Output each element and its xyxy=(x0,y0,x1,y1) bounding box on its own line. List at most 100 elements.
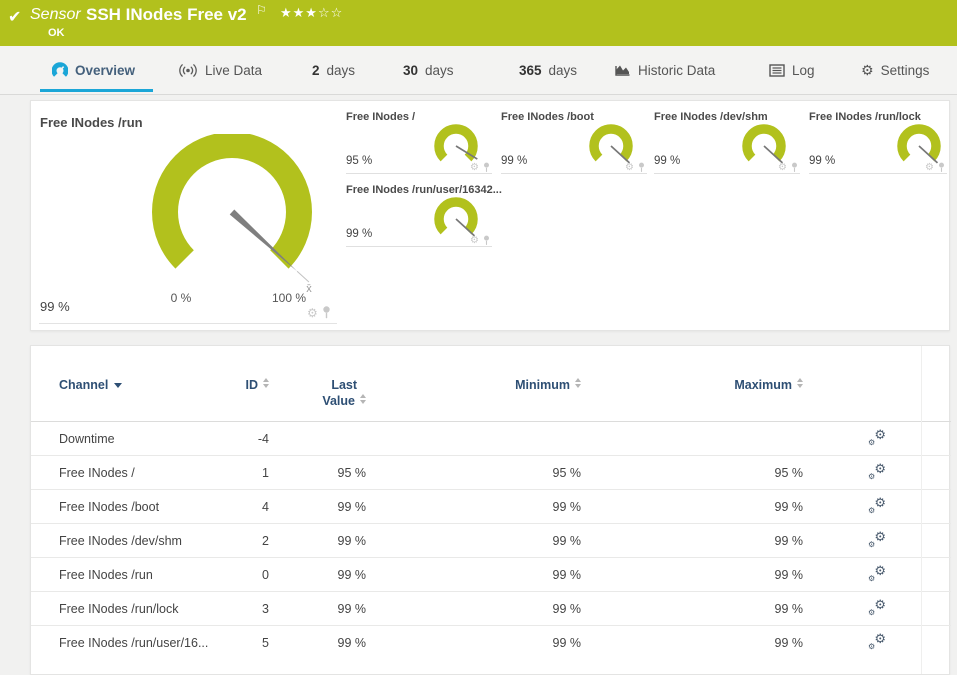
channels-table: Channel ID Last Value Minimum Maximum Do… xyxy=(31,372,951,660)
maximum-cell xyxy=(581,421,803,456)
column-header-maximum[interactable]: Maximum xyxy=(581,372,803,423)
pin-icon[interactable] xyxy=(322,306,331,319)
tab-label: Overview xyxy=(75,62,136,78)
maximum-cell: 99 % xyxy=(581,557,803,592)
active-tab-underline xyxy=(40,89,153,92)
column-header-id[interactable]: ID xyxy=(229,372,269,423)
gauge-title: Free INodes /run xyxy=(40,115,143,130)
gauge-panel-free-inodes-boot[interactable]: Free INodes /boot 99 % ⚙ xyxy=(501,111,647,174)
last-value-cell: 99 % xyxy=(269,489,366,524)
column-header-minimum[interactable]: Minimum xyxy=(366,372,581,423)
pin-icon[interactable] xyxy=(483,162,490,173)
gauge-value: 95 % xyxy=(346,155,373,167)
pin-icon[interactable] xyxy=(938,162,945,173)
id-cell: 2 xyxy=(229,523,269,558)
gauge-title: Free INodes /run/user/16342... xyxy=(346,184,502,196)
gauge-settings-gear-icon[interactable]: ⚙ xyxy=(470,162,479,173)
priority-stars[interactable]: ★★★☆☆ xyxy=(280,5,343,21)
table-row: Free INodes /boot 4 99 % 99 % 99 % ⚙ ⚙ xyxy=(31,489,951,524)
tab-historic-data[interactable]: Historic Data xyxy=(614,46,715,94)
gauge-panel-free-inodes-run-lock[interactable]: Free INodes /run/lock 99 % ⚙ xyxy=(809,111,947,174)
gauge-scale-min: 0 % xyxy=(170,291,192,305)
gear-icon: ⚙ xyxy=(861,61,874,78)
gauge-title: Free INodes /run/lock xyxy=(809,111,921,123)
channel-settings-gears-icon[interactable]: ⚙ ⚙ xyxy=(868,461,886,481)
minimum-cell: 99 % xyxy=(366,523,581,558)
tab-365-days[interactable]: 365 days xyxy=(519,46,577,94)
tab-label: days xyxy=(425,62,454,78)
gauge-settings-gear-icon[interactable]: ⚙ xyxy=(778,162,787,173)
area-chart-icon xyxy=(614,63,631,77)
gauges-card: Free INodes /run x̄ 0 % 100 % 99 % ⚙ Fre… xyxy=(30,100,950,331)
sort-icon xyxy=(575,378,581,388)
last-value-cell: 99 % xyxy=(269,523,366,558)
tab-label: Live Data xyxy=(205,62,263,78)
gauge-value: 99 % xyxy=(40,299,70,314)
minimum-cell: 99 % xyxy=(366,489,581,524)
sensor-title: SSH INodes Free v2 xyxy=(86,5,247,24)
tab-2-days[interactable]: 2 days xyxy=(312,46,355,94)
header-label: Channel xyxy=(59,378,109,392)
pin-icon[interactable] xyxy=(791,162,798,173)
tab-live-data[interactable]: Live Data xyxy=(178,46,262,94)
maximum-cell: 99 % xyxy=(581,489,803,524)
header-label: ID xyxy=(245,378,259,392)
id-cell: 4 xyxy=(229,489,269,524)
table-row: Free INodes /run/lock 3 99 % 99 % 99 % ⚙… xyxy=(31,591,951,626)
minimum-cell: 95 % xyxy=(366,455,581,490)
channel-cell: Free INodes /dev/shm xyxy=(31,523,229,558)
channel-settings-gears-icon[interactable]: ⚙ ⚙ xyxy=(868,529,886,549)
channel-cell: Free INodes /run/user/16... xyxy=(31,625,229,660)
gauge-title: Free INodes /boot xyxy=(501,111,594,123)
channel-settings-gears-icon[interactable]: ⚙ ⚙ xyxy=(868,563,886,583)
gauge-title: Free INodes / xyxy=(346,111,416,123)
sort-icon xyxy=(263,378,269,388)
tab-settings[interactable]: ⚙ Settings xyxy=(861,46,929,94)
gauge-icon xyxy=(52,62,68,78)
tab-number: 365 xyxy=(519,62,542,78)
channel-settings-gears-icon[interactable]: ⚙ ⚙ xyxy=(868,597,886,617)
broadcast-icon xyxy=(178,63,198,78)
status-badge: OK xyxy=(48,27,65,39)
gauge-value: 99 % xyxy=(501,155,528,167)
last-value-cell: 99 % xyxy=(269,625,366,660)
channel-settings-gears-icon[interactable]: ⚙ ⚙ xyxy=(868,631,886,651)
tab-log[interactable]: Log xyxy=(769,46,815,94)
channel-cell: Free INodes / xyxy=(31,455,229,490)
gauge-panel-free-inodes-dev-shm[interactable]: Free INodes /dev/shm 99 % ⚙ xyxy=(654,111,800,174)
tab-30-days[interactable]: 30 days xyxy=(403,46,454,94)
sort-icon xyxy=(797,378,803,388)
channel-settings-gears-icon[interactable]: ⚙ ⚙ xyxy=(868,495,886,515)
gauge-value: 99 % xyxy=(654,155,681,167)
gauge-settings-gear-icon[interactable]: ⚙ xyxy=(625,162,634,173)
tab-label: days xyxy=(326,62,356,78)
maximum-cell: 99 % xyxy=(581,591,803,626)
tab-label: days xyxy=(548,62,578,78)
sort-icon xyxy=(360,393,366,404)
minimum-cell: 99 % xyxy=(366,591,581,626)
channel-cell: Free INodes /boot xyxy=(31,489,229,524)
header-label: Value xyxy=(322,393,355,408)
last-value-cell: 99 % xyxy=(269,591,366,626)
gauge-scale-max: 100 % xyxy=(271,291,307,305)
gauge-settings-gear-icon[interactable]: ⚙ xyxy=(307,307,318,319)
column-header-last-value[interactable]: Last Value xyxy=(269,372,366,423)
minimum-cell: 99 % xyxy=(366,557,581,592)
table-row: Free INodes /run 0 99 % 99 % 99 % ⚙ ⚙ xyxy=(31,557,951,592)
tab-number: 2 xyxy=(312,62,320,78)
gauge-panel-free-inodes-run-user[interactable]: Free INodes /run/user/16342... 99 % ⚙ xyxy=(346,184,502,247)
channel-cell: Free INodes /run xyxy=(31,557,229,592)
column-header-channel[interactable]: Channel xyxy=(31,372,229,423)
gauge-settings-gear-icon[interactable]: ⚙ xyxy=(470,235,479,246)
gauge-panel-free-inodes-root[interactable]: Free INodes / 95 % ⚙ xyxy=(346,111,492,174)
tab-bar: Overview Live Data 2 days 30 days 365 da… xyxy=(0,46,957,95)
channel-settings-gears-icon[interactable]: ⚙ ⚙ xyxy=(868,427,886,447)
pin-icon[interactable] xyxy=(638,162,645,173)
tab-overview[interactable]: Overview xyxy=(52,46,135,94)
sensor-status-header: ✔ Sensor SSH INodes Free v2 ⚐ ★★★☆☆ OK xyxy=(0,0,957,46)
flag-icon[interactable]: ⚐ xyxy=(256,3,267,17)
header-label: Last xyxy=(331,378,358,392)
pin-icon[interactable] xyxy=(483,235,490,246)
channel-cell: Downtime xyxy=(31,421,229,456)
gauge-settings-gear-icon[interactable]: ⚙ xyxy=(925,162,934,173)
